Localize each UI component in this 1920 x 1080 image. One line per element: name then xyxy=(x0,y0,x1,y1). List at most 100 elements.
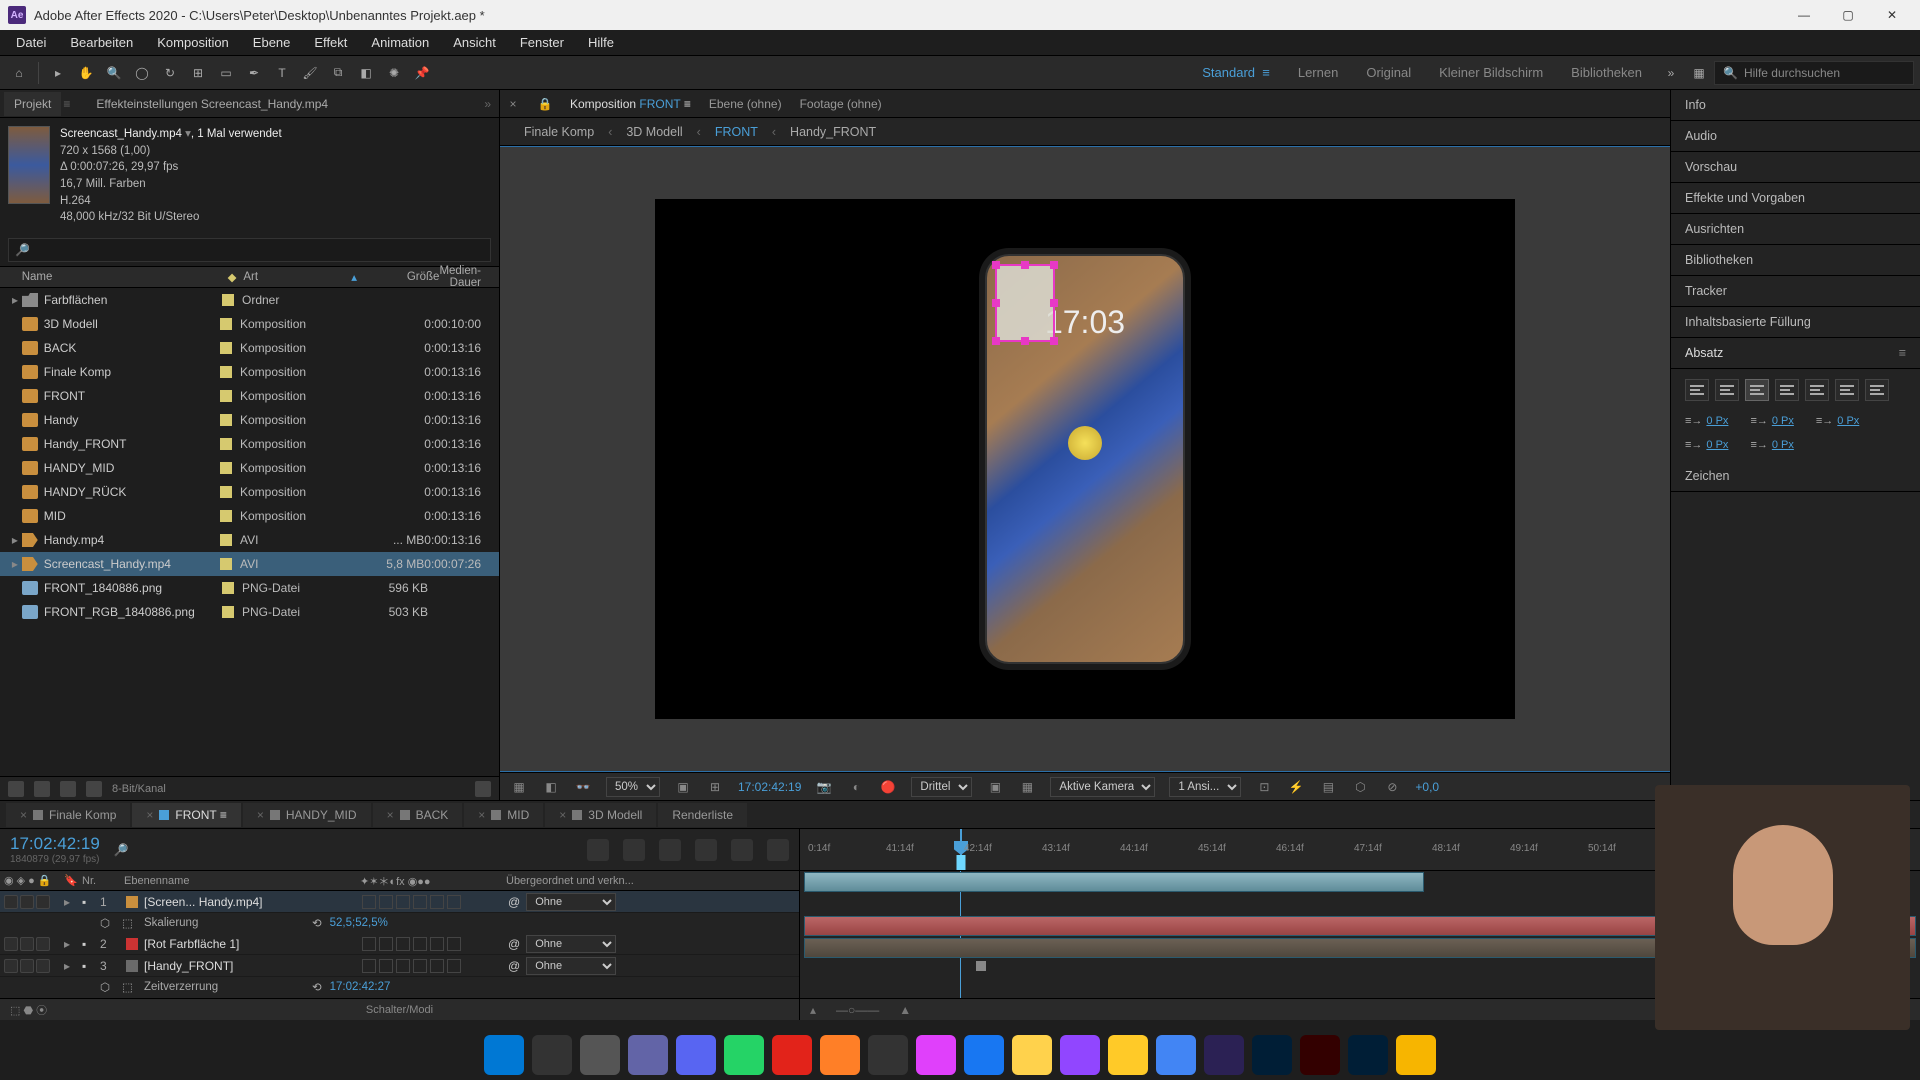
col-size[interactable]: Größe xyxy=(365,271,440,283)
timeline-timecode[interactable]: 17:02:42:19 xyxy=(10,834,100,854)
taskbar-app[interactable] xyxy=(1348,1035,1388,1075)
crumb-3D Modell[interactable]: 3D Modell xyxy=(626,125,682,139)
interpret-icon[interactable] xyxy=(8,781,24,797)
taskbar-app[interactable] xyxy=(580,1035,620,1075)
timeline-tab-finale-komp[interactable]: × Finale Komp xyxy=(6,803,130,827)
crumb-Finale Komp[interactable]: Finale Komp xyxy=(524,125,594,139)
taskbar-app[interactable] xyxy=(484,1035,524,1075)
new-comp-icon[interactable] xyxy=(60,781,76,797)
project-search[interactable]: 🔎 xyxy=(8,238,491,262)
menu-hilfe[interactable]: Hilfe xyxy=(578,31,624,54)
project-row[interactable]: HANDY_RÜCKKomposition0:00:13:16 xyxy=(0,480,499,504)
project-row[interactable]: BACKKomposition0:00:13:16 xyxy=(0,336,499,360)
taskbar-app[interactable] xyxy=(676,1035,716,1075)
align-button[interactable] xyxy=(1745,379,1769,401)
col-duration[interactable]: Medien-Dauer xyxy=(439,265,491,289)
taskbar-app[interactable] xyxy=(1300,1035,1340,1075)
viewer-tab-layer[interactable]: Ebene (ohne) xyxy=(709,97,782,111)
help-search[interactable]: 🔍 Hilfe durchsuchen xyxy=(1714,61,1914,85)
project-row[interactable]: Finale KompKomposition0:00:13:16 xyxy=(0,360,499,384)
exposure-value[interactable]: +0,0 xyxy=(1415,780,1439,794)
taskbar-app[interactable] xyxy=(532,1035,572,1075)
project-row[interactable]: FRONT_RGB_1840886.pngPNG-Datei503 KB xyxy=(0,600,499,624)
align-button[interactable] xyxy=(1685,379,1709,401)
menu-datei[interactable]: Datei xyxy=(6,31,56,54)
indent-input[interactable]: ≡→ 0 Px xyxy=(1685,415,1728,427)
pen-tool[interactable]: ✒ xyxy=(241,60,267,86)
layer-bar-1[interactable] xyxy=(804,872,1424,892)
zoom-slider[interactable]: —○—— xyxy=(836,1003,879,1017)
panel-absatz[interactable]: Absatz ≡ xyxy=(1671,338,1920,369)
panel-audio[interactable]: Audio xyxy=(1671,121,1920,152)
parent-select[interactable]: Ohne xyxy=(526,893,616,911)
resolution-select[interactable]: Drittel xyxy=(911,777,972,797)
res-icon[interactable]: ▣ xyxy=(674,778,692,796)
project-row[interactable]: HandyKomposition0:00:13:16 xyxy=(0,408,499,432)
taskbar-app[interactable] xyxy=(964,1035,1004,1075)
viewer-timecode[interactable]: 17:02:42:19 xyxy=(738,780,801,794)
col-type[interactable]: Art xyxy=(243,271,351,283)
panel-zeichen[interactable]: Zeichen xyxy=(1671,461,1920,492)
crumb-FRONT[interactable]: FRONT xyxy=(715,125,758,139)
canvas[interactable]: 17:03 xyxy=(655,199,1515,719)
layer-row[interactable]: ▸▪3[Handy_FRONT]@Ohne xyxy=(0,955,799,977)
minimize-button[interactable]: — xyxy=(1784,0,1824,30)
project-row[interactable]: ▸Handy.mp4AVI... MB0:00:13:16 xyxy=(0,528,499,552)
timeline-tab-front[interactable]: × FRONT ≡ xyxy=(132,803,240,827)
views-select[interactable]: 1 Ansi... xyxy=(1169,777,1241,797)
taskbar-app[interactable] xyxy=(1012,1035,1052,1075)
camera-select[interactable]: Aktive Kamera xyxy=(1050,777,1155,797)
puppet-tool[interactable]: 📌 xyxy=(409,60,435,86)
visibility-icon[interactable] xyxy=(4,959,18,973)
menu-ebene[interactable]: Ebene xyxy=(243,31,301,54)
draft3d-icon[interactable] xyxy=(767,839,789,861)
anchor-tool[interactable]: ⊞ xyxy=(185,60,211,86)
taskbar-app[interactable] xyxy=(772,1035,812,1075)
frame-blend-icon[interactable] xyxy=(623,839,645,861)
workspace-kleiner bildschirm[interactable]: Kleiner Bildschirm xyxy=(1425,61,1557,84)
panel-tracker[interactable]: Tracker xyxy=(1671,276,1920,307)
taskbar-app[interactable] xyxy=(1060,1035,1100,1075)
viewport[interactable]: 17:03 xyxy=(500,146,1670,772)
flowchart-icon[interactable]: ⬡ xyxy=(1351,778,1369,796)
alpha-icon[interactable]: ▦ xyxy=(510,778,528,796)
timeline-tab-back[interactable]: × BACK xyxy=(373,803,463,827)
align-button[interactable] xyxy=(1865,379,1889,401)
property-row[interactable]: ⬡⬚Zeitverzerrung⟲ 17:02:42:27 xyxy=(0,977,799,997)
indent-input[interactable]: ≡→ 0 Px xyxy=(1750,415,1793,427)
panel-inhaltsbasierte-füllung[interactable]: Inhaltsbasierte Füllung xyxy=(1671,307,1920,338)
panel-ausrichten[interactable]: Ausrichten xyxy=(1671,214,1920,245)
layer-row[interactable]: ▸▪1[Screen... Handy.mp4]@Ohne xyxy=(0,891,799,913)
lock-icon[interactable]: 🔒 xyxy=(538,97,552,111)
orbit-tool[interactable]: ◯ xyxy=(129,60,155,86)
snapshot-icon[interactable]: 📷 xyxy=(815,778,833,796)
shy-icon[interactable] xyxy=(587,839,609,861)
workspace-lernen[interactable]: Lernen xyxy=(1284,61,1352,84)
timeline-tab-mid[interactable]: × MID xyxy=(464,803,543,827)
project-row[interactable]: HANDY_MIDKomposition0:00:13:16 xyxy=(0,456,499,480)
workspace-bibliotheken[interactable]: Bibliotheken xyxy=(1557,61,1656,84)
timeline-tab-handy_mid[interactable]: × HANDY_MID xyxy=(243,803,371,827)
align-button[interactable] xyxy=(1775,379,1799,401)
panel-info[interactable]: Info xyxy=(1671,90,1920,121)
project-row[interactable]: 3D ModellKomposition0:00:10:00 xyxy=(0,312,499,336)
taskbar-app[interactable] xyxy=(820,1035,860,1075)
eraser-tool[interactable]: ◧ xyxy=(353,60,379,86)
project-row[interactable]: FRONTKomposition0:00:13:16 xyxy=(0,384,499,408)
brush-tool[interactable]: 🖌 xyxy=(297,60,323,86)
menu-komposition[interactable]: Komposition xyxy=(147,31,239,54)
pickwhip-icon[interactable]: @ xyxy=(508,895,520,909)
viewer-tab-comp[interactable]: Komposition FRONT ≡ xyxy=(570,97,691,111)
glasses-icon[interactable]: 👓 xyxy=(574,778,592,796)
pickwhip-icon[interactable]: @ xyxy=(508,959,520,973)
crumb-Handy_FRONT[interactable]: Handy_FRONT xyxy=(790,125,876,139)
switches-modes-toggle[interactable]: Schalter/Modi xyxy=(366,1004,433,1016)
pixel-ar-icon[interactable]: ⊡ xyxy=(1255,778,1273,796)
taskbar-app[interactable] xyxy=(628,1035,668,1075)
channel-icon[interactable]: ◐ xyxy=(847,778,865,796)
hand-tool[interactable]: ✋ xyxy=(73,60,99,86)
taskbar-app[interactable] xyxy=(1108,1035,1148,1075)
close-tab-icon[interactable]: × xyxy=(506,97,520,111)
brainstorm-icon[interactable] xyxy=(731,839,753,861)
color-mgmt-icon[interactable]: 🔴 xyxy=(879,778,897,796)
